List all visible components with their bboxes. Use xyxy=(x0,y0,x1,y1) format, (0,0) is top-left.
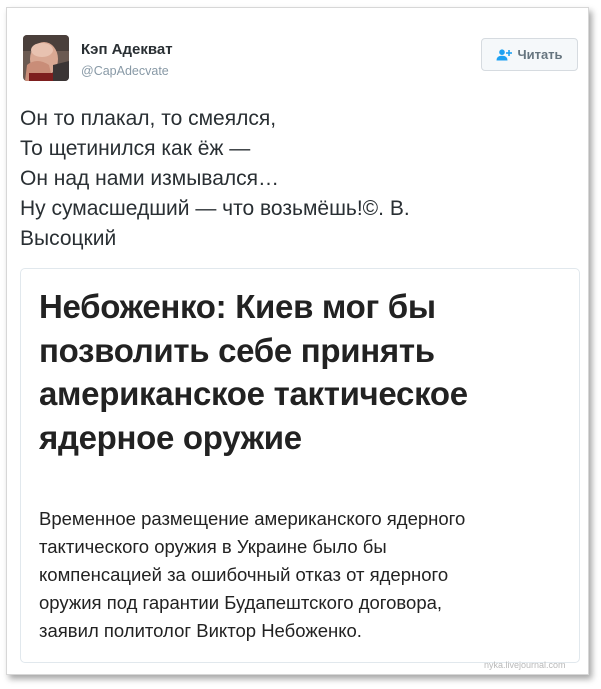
tweet-text-line: Высоцкий xyxy=(20,227,117,250)
tweet-text-line: Он над нами измывался… xyxy=(20,167,280,190)
follow-button[interactable]: Читать xyxy=(481,38,578,71)
author-handle[interactable]: @CapAdecvate xyxy=(81,64,169,78)
card-headline-line: американское тактическое xyxy=(39,375,468,412)
card-summary-line: Временное размещение американского ядерн… xyxy=(39,508,466,529)
avatar[interactable] xyxy=(23,35,69,81)
watermark: nyka.livejournal.com xyxy=(484,660,566,670)
card-headline-line: ядерное оружие xyxy=(39,418,302,456)
tweet-text-line: Ну сумасшедший — что возьмёшь!©. В. xyxy=(20,197,410,220)
link-card[interactable]: Небоженко: Киев мог бы позволить себе пр… xyxy=(20,268,580,663)
card-summary-line: оружия под гарантии Будапештского догово… xyxy=(39,592,443,613)
tweet-text-line: Он то плакал, то смеялся, xyxy=(20,107,277,130)
tweet-text: Он то плакал, то смеялся, То щетинился к… xyxy=(20,104,580,254)
follow-person-plus-icon xyxy=(496,48,513,60)
tweet-frame: Кэп Адекват @CapAdecvate Читать Он то пл… xyxy=(6,7,589,675)
author-name[interactable]: Кэп Адекват xyxy=(81,41,173,58)
avatar-facepalm-image xyxy=(23,35,69,81)
tweet-text-line: То щетинился как ёж — xyxy=(20,137,251,160)
card-headline-line: Небоженко: Киев мог бы xyxy=(39,288,436,325)
card-summary: Временное размещение американского ядерн… xyxy=(39,505,569,645)
follow-button-label: Читать xyxy=(517,47,563,62)
card-summary-line: компенсацией за ошибочный отказ от ядерн… xyxy=(39,564,449,585)
card-headline[interactable]: Небоженко: Киев мог бы позволить себе пр… xyxy=(39,285,569,459)
card-headline-line: позволить себе принять xyxy=(39,331,435,369)
card-summary-line: заявил политолог Виктор Небоженко. xyxy=(39,620,362,641)
card-summary-line: тактического оружия в Украине было бы xyxy=(39,536,387,557)
